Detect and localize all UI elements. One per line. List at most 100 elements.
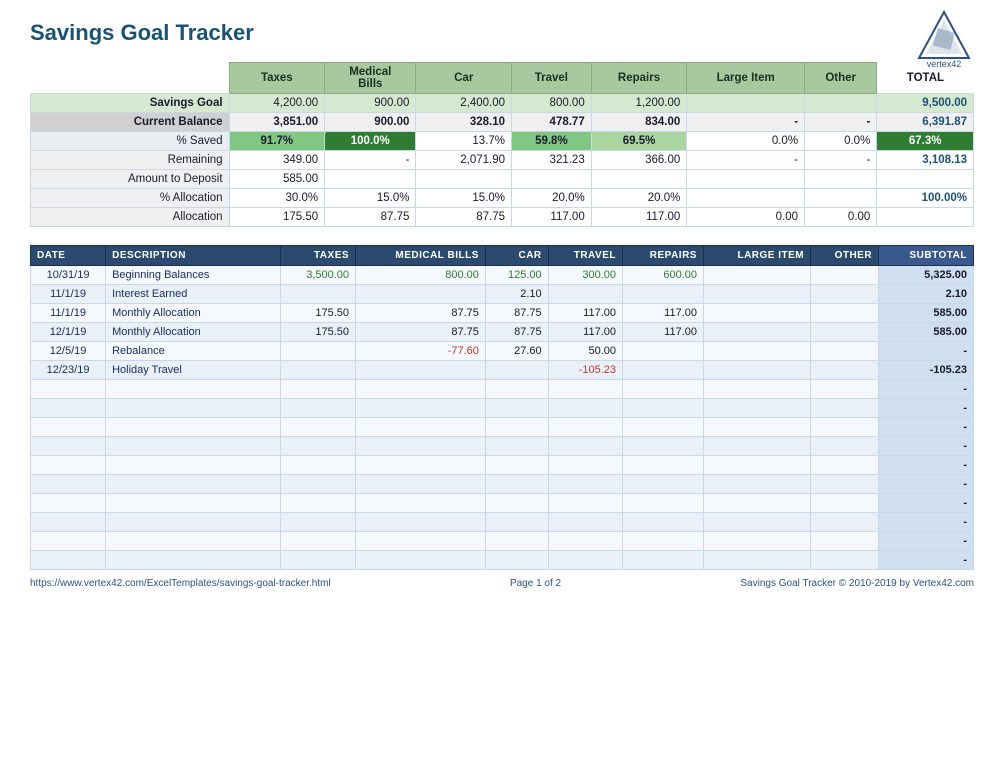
td-desc: Interest Earned [106, 285, 281, 304]
td-travel [548, 380, 622, 399]
current-balance-label: Current Balance [31, 113, 230, 132]
td-travel [548, 475, 622, 494]
td-repairs [622, 285, 703, 304]
logo: vertex42 vertex42 [914, 10, 974, 65]
remaining-label: Remaining [31, 151, 230, 170]
td-taxes [280, 494, 355, 513]
td-other [811, 551, 879, 570]
sg-medical: 900.00 [325, 94, 416, 113]
trans-row: - [31, 418, 974, 437]
savings-goal-label: Savings Goal [31, 94, 230, 113]
td-car [485, 475, 548, 494]
td-desc: Monthly Allocation [106, 304, 281, 323]
td-date [31, 513, 106, 532]
cb-total: 6,391.87 [877, 113, 974, 132]
trans-row: - [31, 380, 974, 399]
td-date [31, 551, 106, 570]
footer-page: Page 1 of 2 [510, 578, 561, 589]
rem-taxes: 349.00 [229, 151, 325, 170]
deposit-row: Amount to Deposit 585.00 [31, 170, 974, 189]
td-date [31, 399, 106, 418]
td-desc: Holiday Travel [106, 361, 281, 380]
td-subtotal: 5,325.00 [879, 266, 974, 285]
td-medical [356, 475, 486, 494]
page-title: Savings Goal Tracker [30, 20, 974, 46]
td-other [811, 494, 879, 513]
td-medical [356, 437, 486, 456]
sg-total: 9,500.00 [877, 94, 974, 113]
td-other [811, 361, 879, 380]
td-car [485, 437, 548, 456]
td-date: 11/1/19 [31, 285, 106, 304]
td-subtotal: 2.10 [879, 285, 974, 304]
ap-travel: 20.0% [512, 189, 592, 208]
percent-saved-row: % Saved 91.7% 100.0% 13.7% 59.8% 69.5% 0… [31, 132, 974, 151]
td-medical [356, 418, 486, 437]
td-car: 87.75 [485, 323, 548, 342]
trans-row: - [31, 456, 974, 475]
dep-taxes: 585.00 [229, 170, 325, 189]
td-taxes: 175.50 [280, 323, 355, 342]
dep-travel [512, 170, 592, 189]
current-balance-row: Current Balance 3,851.00 900.00 328.10 4… [31, 113, 974, 132]
dep-other [805, 170, 877, 189]
td-travel [548, 494, 622, 513]
td-large-item [703, 418, 810, 437]
td-date: 12/23/19 [31, 361, 106, 380]
td-travel [548, 551, 622, 570]
td-subtotal: - [879, 475, 974, 494]
td-travel [548, 399, 622, 418]
trans-row: - [31, 475, 974, 494]
transaction-table: DATE DESCRIPTION Taxes Medical Bills Car… [30, 245, 974, 570]
trans-row: - [31, 513, 974, 532]
td-travel: -105.23 [548, 361, 622, 380]
td-repairs [622, 551, 703, 570]
td-subtotal: 585.00 [879, 323, 974, 342]
td-large-item [703, 266, 810, 285]
td-date [31, 475, 106, 494]
td-date [31, 532, 106, 551]
td-repairs [622, 475, 703, 494]
al-travel: 117.00 [512, 208, 592, 227]
td-date: 12/1/19 [31, 323, 106, 342]
td-medical [356, 380, 486, 399]
trans-row: 10/31/19 Beginning Balances 3,500.00 800… [31, 266, 974, 285]
td-repairs [622, 380, 703, 399]
td-large-item [703, 285, 810, 304]
td-other [811, 304, 879, 323]
trans-row: - [31, 551, 974, 570]
footer-url[interactable]: https://www.vertex42.com/ExcelTemplates/… [30, 578, 331, 589]
td-taxes: 3,500.00 [280, 266, 355, 285]
td-other [811, 266, 879, 285]
th-subtotal: SUBTOTAL [879, 246, 974, 266]
td-subtotal: - [879, 342, 974, 361]
th-taxes: Taxes [280, 246, 355, 266]
rem-medical: - [325, 151, 416, 170]
td-repairs [622, 399, 703, 418]
pct-saved-label: % Saved [31, 132, 230, 151]
trans-row: - [31, 532, 974, 551]
td-subtotal: - [879, 551, 974, 570]
td-subtotal: 585.00 [879, 304, 974, 323]
trans-row: - [31, 494, 974, 513]
td-date: 10/31/19 [31, 266, 106, 285]
td-desc: Beginning Balances [106, 266, 281, 285]
td-other [811, 342, 879, 361]
td-car [485, 494, 548, 513]
rem-other: - [805, 151, 877, 170]
td-medical [356, 551, 486, 570]
td-car: 87.75 [485, 304, 548, 323]
td-subtotal: - [879, 494, 974, 513]
td-medical [356, 494, 486, 513]
trans-header-row: DATE DESCRIPTION Taxes Medical Bills Car… [31, 246, 974, 266]
td-large-item [703, 323, 810, 342]
td-date: 12/5/19 [31, 342, 106, 361]
dep-total [877, 170, 974, 189]
al-car: 87.75 [416, 208, 512, 227]
trans-row: 12/23/19 Holiday Travel -105.23 -105.23 [31, 361, 974, 380]
cb-repairs: 834.00 [591, 113, 687, 132]
ap-large [687, 189, 805, 208]
td-large-item [703, 437, 810, 456]
td-date [31, 418, 106, 437]
td-desc [106, 475, 281, 494]
